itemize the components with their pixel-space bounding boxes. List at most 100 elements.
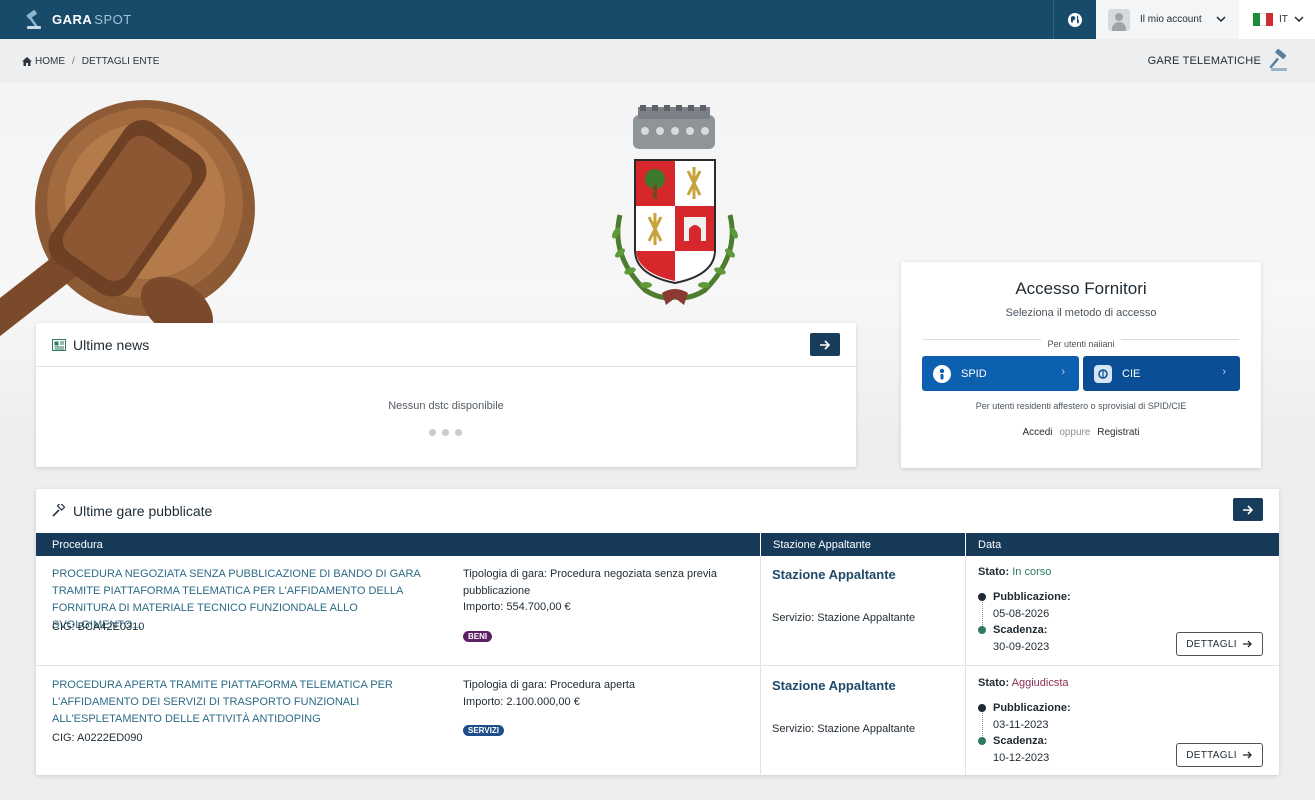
timeline-dot [978, 704, 986, 712]
globe-button[interactable] [1053, 0, 1096, 39]
deadline-label: Scadenza: [993, 624, 1048, 636]
chevron-down-icon [1216, 16, 1226, 23]
tenders-table-header: Procedura Stazione Appaltante Data [36, 533, 1279, 556]
tender-info: Tipologia di gara: Procedura negoziata s… [463, 566, 743, 616]
breadcrumb-current: DETTAGLI ENTE [81, 55, 160, 67]
tender-timeline: Pubblicazione: 05-08-2026 Scadenza: 30-0… [978, 589, 1071, 655]
status-label: Stato: [978, 677, 1010, 689]
logo-text-primary: GARA [52, 12, 93, 27]
italy-flag-icon [1253, 13, 1274, 26]
tender-tipologia: Tipologia di gara: Procedura aperta [463, 679, 636, 691]
timeline-dot [978, 737, 986, 745]
gavel-section-icon [1269, 49, 1287, 71]
arrow-right-icon [1242, 751, 1252, 759]
carousel-dots [429, 429, 468, 436]
timeline-deadline: Scadenza: 10-12-2023 [978, 733, 1071, 766]
table-row: PROCEDURA APERTA TRAMITE PIATTAFORMA TEL… [36, 667, 1279, 777]
stazione-appaltante-link[interactable]: Stazione Appaltante [772, 567, 896, 582]
deadline-date: 10-12-2023 [993, 751, 1050, 764]
timeline-publication: Pubblicazione: 03-11-2023 [978, 700, 1071, 733]
municipality-crest-image [612, 105, 738, 305]
column-header-stazione: Stazione Appaltante [760, 533, 965, 556]
status-label: Stato: [978, 566, 1010, 578]
account-label: Il mio account [1140, 14, 1202, 25]
carousel-dot[interactable] [455, 429, 462, 436]
gavel-logo-icon [26, 9, 41, 29]
login-link[interactable]: Accedi [1023, 427, 1053, 438]
arrow-right-icon [819, 339, 830, 350]
servizio-label: Servizio: Stazione Appaltante [772, 612, 916, 624]
tender-status: Stato: Aggiudicsta [978, 677, 1069, 689]
category-badge: BENI [463, 631, 493, 642]
tender-cig: CIG: A0222ED090 [52, 732, 143, 744]
tender-info: Tipologia di gara: Procedura aperta Impo… [463, 677, 743, 710]
register-link[interactable]: Registrati [1097, 427, 1139, 438]
news-card-title: Ultime news [73, 336, 150, 353]
timeline-publication: Pubblicazione: 05-08-2026 [978, 589, 1071, 622]
language-label: IT [1279, 14, 1288, 25]
publication-date: 03-11-2023 [993, 718, 1049, 731]
column-header-procedura: Procedura [52, 538, 103, 551]
column-divider [965, 556, 966, 666]
globe-icon [1068, 12, 1082, 27]
home-icon [22, 56, 32, 66]
cie-label: CIE [1122, 367, 1141, 380]
tender-title-link[interactable]: PROCEDURA APERTA TRAMITE PIATTAFORMA TEL… [52, 677, 437, 728]
hammer-icon [52, 504, 66, 517]
carousel-dot[interactable] [429, 429, 436, 436]
tender-tipologia: Tipologia di gara: Procedura negoziata s… [463, 568, 717, 597]
chevron-right-icon: › [1222, 366, 1226, 378]
access-title: Accesso Fornitori [1015, 279, 1147, 298]
supplier-access-card: Accesso Fornitori Seleziona il metodo di… [901, 262, 1261, 468]
breadcrumb-bar: HOME / DETTAGLI ENTE GARE TELEMATICHE [0, 39, 1315, 83]
column-divider [965, 667, 966, 777]
cie-icon [1094, 364, 1112, 383]
arrow-right-icon [1242, 640, 1252, 648]
access-links: Accedi oppure Registrati [901, 427, 1261, 438]
details-button[interactable]: DETTAGLI [1176, 632, 1263, 656]
spid-login-button[interactable]: SPID › [922, 356, 1079, 391]
news-more-button[interactable] [810, 333, 840, 356]
deadline-date: 30-09-2023 [993, 640, 1050, 653]
breadcrumb-home[interactable]: HOME [35, 56, 65, 67]
language-selector[interactable]: IT [1239, 0, 1315, 39]
access-subtitle: Seleziona il metodo di accesso [1005, 307, 1157, 319]
breadcrumb: HOME / DETTAGLI ENTE [22, 56, 159, 67]
user-icon [1108, 8, 1130, 31]
publication-label: Pubblicazione: [993, 591, 1071, 603]
timeline-dot [978, 593, 986, 601]
chevron-down-icon [1294, 16, 1304, 23]
tenders-card-title: Ultime gare pubblicate [73, 503, 213, 519]
tenders-card-header: Ultime gare pubblicate [36, 489, 1279, 533]
gare-telematiche-label: GARE TELEMATICHE [1147, 55, 1261, 67]
column-divider [760, 556, 761, 666]
deadline-label: Scadenza: [993, 735, 1048, 747]
table-row: PROCEDURA NEGOZIATA SENZA PUBBLICAZIONE … [36, 556, 1279, 666]
latest-tenders-card: Ultime gare pubblicate Procedura Stazion… [36, 489, 1279, 777]
chevron-right-icon: › [1061, 366, 1065, 378]
cie-login-button[interactable]: CIE › [1083, 356, 1240, 391]
gare-telematiche-link[interactable]: GARE TELEMATICHE [1148, 39, 1291, 83]
news-icon [52, 338, 66, 351]
access-note-italian-users: Per utenti naiiani [1041, 339, 1121, 349]
app-logo[interactable]: GARA SPOT [24, 0, 132, 39]
servizio-label: Servizio: Stazione Appaltante [772, 723, 916, 735]
access-note-foreign-users: Per utenti residenti affestero o sprovis… [975, 401, 1187, 411]
stazione-appaltante-link[interactable]: Stazione Appaltante [772, 678, 896, 693]
tenders-more-button[interactable] [1233, 498, 1263, 521]
details-button[interactable]: DETTAGLI [1176, 743, 1263, 767]
news-card-header: Ultime news [36, 323, 856, 367]
account-menu[interactable]: Il mio account [1096, 0, 1239, 39]
access-note-wrapper: Per utenti naiiani [901, 334, 1261, 352]
breadcrumb-separator: / [72, 55, 75, 67]
details-label: DETTAGLI [1186, 638, 1237, 650]
top-navbar: GARA SPOT Il mio account IT [0, 0, 1315, 39]
carousel-dot[interactable] [442, 429, 449, 436]
details-label: DETTAGLI [1186, 749, 1237, 761]
news-card: Ultime news Nessun dstc disponibile [36, 323, 856, 467]
news-empty-message: Nessun dstc disponibile [388, 400, 504, 412]
spid-label: SPID [961, 367, 987, 380]
or-separator: oppure [1059, 427, 1091, 438]
arrow-right-icon [1242, 504, 1253, 515]
category-badge: SERVIZI [463, 725, 504, 736]
